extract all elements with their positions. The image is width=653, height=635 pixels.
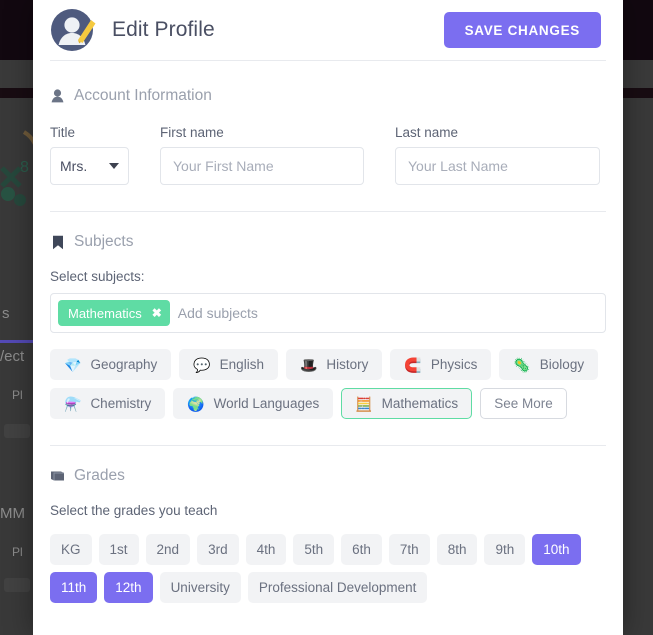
- subject-tag: Mathematics ✖: [58, 300, 170, 326]
- grades-label: Grades: [74, 467, 125, 484]
- select-grades-label: Select the grades you teach: [50, 503, 218, 518]
- select-subjects-label: Select subjects:: [50, 269, 145, 284]
- subject-tag-label: Mathematics: [68, 305, 142, 321]
- subject-chip-label: English: [219, 357, 264, 372]
- grades-heading: Grades: [50, 467, 606, 485]
- first-name-field-group: First name: [160, 125, 364, 185]
- last-name-input[interactable]: [395, 147, 600, 185]
- dialog-body: Account Information Title Mrs. First nam…: [33, 61, 623, 603]
- globe-icon: 🌍: [187, 395, 205, 412]
- subjects-label: Subjects: [74, 233, 134, 250]
- first-name-label: First name: [160, 125, 224, 140]
- last-name-label: Last name: [395, 125, 459, 140]
- backdrop-text-fragment: Pl: [12, 388, 23, 402]
- subject-chip-list: 💎 Geography 💬 English 🎩 History 🧲 Physic…: [50, 349, 606, 419]
- grade-button-5th[interactable]: 5th: [293, 534, 335, 565]
- title-select[interactable]: Mrs.: [50, 147, 129, 185]
- subject-chip-label: Geography: [90, 357, 158, 372]
- svg-text:8: 8: [20, 159, 29, 176]
- backdrop-chip: [4, 424, 30, 438]
- flask-icon: ⚗️: [64, 395, 82, 412]
- grade-button-2nd[interactable]: 2nd: [145, 534, 191, 565]
- grade-button-9th[interactable]: 9th: [484, 534, 526, 565]
- name-fields-row: Title Mrs. First name Last name: [50, 125, 606, 185]
- subject-chip-label: Physics: [430, 357, 478, 372]
- dialog-header: Edit Profile SAVE CHANGES: [33, 0, 623, 60]
- bookmark-icon: [50, 234, 65, 251]
- title-label: Title: [50, 125, 76, 140]
- magnet-icon: 🧲: [404, 356, 422, 373]
- grade-button-7th[interactable]: 7th: [388, 534, 430, 565]
- title-selected-value: Mrs.: [60, 158, 88, 174]
- grade-button-11th[interactable]: 11th: [50, 572, 98, 603]
- grade-button-3rd[interactable]: 3rd: [197, 534, 239, 565]
- grade-button-1st[interactable]: 1st: [98, 534, 139, 565]
- see-more-subjects-button[interactable]: See More: [480, 388, 567, 419]
- speech-icon: 💬: [193, 356, 211, 373]
- person-icon: [50, 88, 65, 105]
- grade-button-university[interactable]: University: [159, 572, 241, 603]
- subject-chip-biology[interactable]: 🦠 Biology: [499, 349, 599, 380]
- subjects-tag-input[interactable]: Mathematics ✖ Add subjects: [50, 293, 606, 333]
- grade-button-6th[interactable]: 6th: [341, 534, 382, 565]
- book-icon: [50, 468, 65, 485]
- subject-chip-label: Chemistry: [90, 396, 152, 411]
- grade-button-professional-development[interactable]: Professional Development: [247, 572, 428, 603]
- subject-chip-label: Mathematics: [381, 396, 459, 411]
- grade-button-kg[interactable]: KG: [50, 534, 92, 565]
- user-avatar-edit-icon[interactable]: [50, 7, 96, 53]
- backdrop-text-fragment: Pl: [12, 545, 23, 559]
- title-field-group: Title Mrs.: [50, 125, 129, 185]
- save-changes-button[interactable]: SAVE CHANGES: [443, 12, 601, 48]
- subject-chip-geography[interactable]: 💎 Geography: [50, 349, 172, 380]
- edit-profile-dialog: Edit Profile SAVE CHANGES Account Inform…: [33, 0, 623, 635]
- grade-button-8th[interactable]: 8th: [436, 534, 478, 565]
- account-information-heading: Account Information: [50, 87, 606, 105]
- top-hat-icon: 🎩: [299, 356, 318, 373]
- subjects-heading: Subjects: [50, 233, 606, 251]
- subject-chip-english[interactable]: 💬 English: [179, 349, 278, 380]
- backdrop-text-fragment: s: [2, 305, 10, 322]
- subject-chip-world-languages[interactable]: 🌍 World Languages: [173, 388, 334, 419]
- grade-button-10th[interactable]: 10th: [532, 534, 581, 565]
- close-icon[interactable]: ✖: [152, 307, 162, 319]
- gem-icon: 💎: [64, 356, 82, 373]
- grade-button-list: KG 1st 2nd 3rd 4th 5th 6th 7th 8th 9th 1…: [50, 534, 606, 603]
- abacus-icon: 🧮: [355, 395, 373, 412]
- subject-chip-physics[interactable]: 🧲 Physics: [390, 349, 492, 380]
- subject-chip-history[interactable]: 🎩 History: [285, 349, 383, 380]
- subject-chip-label: History: [326, 357, 369, 372]
- subject-chip-mathematics[interactable]: 🧮 Mathematics: [341, 388, 473, 419]
- backdrop-text-fragment: MM: [0, 505, 25, 522]
- chevron-down-icon: [109, 163, 119, 169]
- subject-chip-label: Biology: [539, 357, 585, 372]
- subject-chip-label: World Languages: [213, 396, 320, 411]
- grade-button-4th[interactable]: 4th: [245, 534, 287, 565]
- see-more-label: See More: [494, 396, 553, 411]
- account-information-label: Account Information: [74, 87, 212, 104]
- add-subjects-placeholder: Add subjects: [177, 305, 258, 321]
- backdrop-text-fragment: /ect: [0, 348, 25, 365]
- page-title: Edit Profile: [112, 18, 215, 41]
- last-name-field-group: Last name: [395, 125, 600, 185]
- first-name-input[interactable]: [160, 147, 364, 185]
- subject-chip-chemistry[interactable]: ⚗️ Chemistry: [50, 388, 166, 419]
- microbe-icon: 🦠: [513, 356, 531, 373]
- grade-button-12th[interactable]: 12th: [104, 572, 153, 603]
- backdrop-chip: [4, 578, 30, 592]
